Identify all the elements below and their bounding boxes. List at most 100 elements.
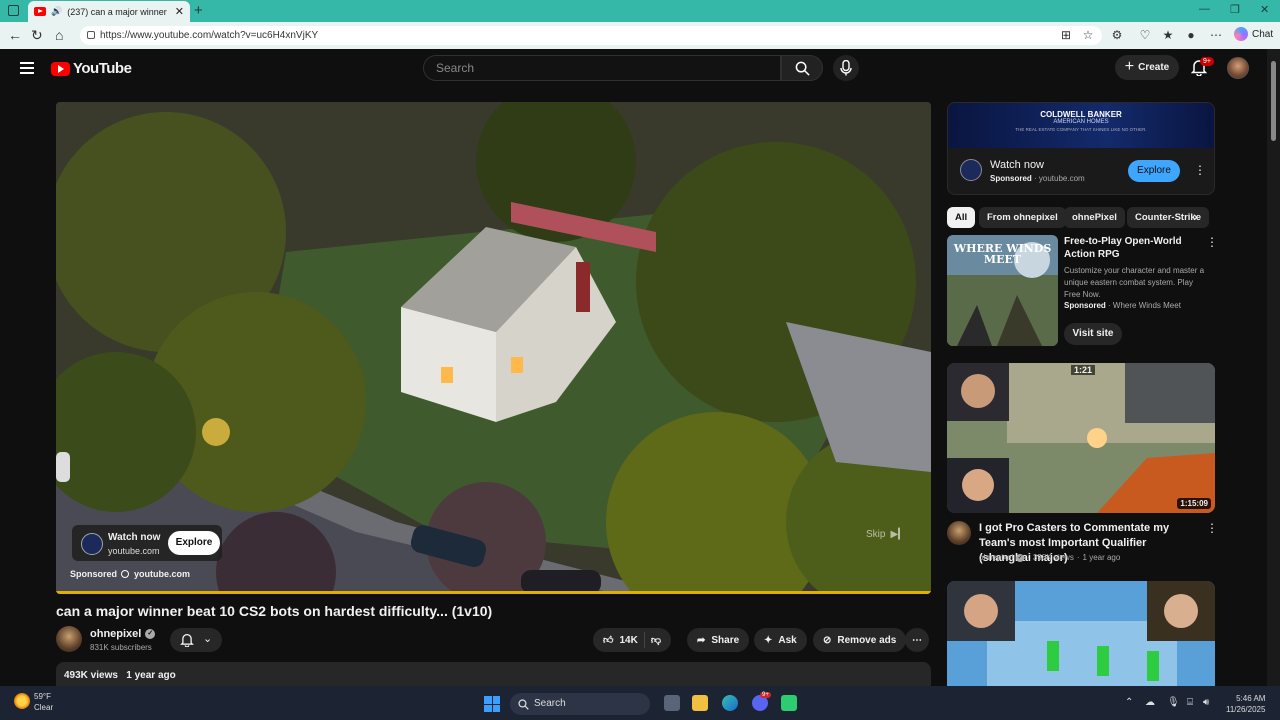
upload-age: 1 year ago (126, 670, 176, 681)
back-icon[interactable]: ← (8, 27, 22, 43)
favorites-icon[interactable]: ★ (1161, 28, 1175, 42)
url-text: https://www.youtube.com/watch?v=uc6H4xnV… (100, 30, 319, 41)
file-explorer-icon[interactable] (692, 695, 708, 711)
ad-banner[interactable]: COLDWELL BANKER AMERICAN HOMES THE REAL … (948, 103, 1214, 148)
like-button[interactable]: 👍︎ 14K (603, 634, 638, 647)
page-scrollbar[interactable] (1267, 49, 1280, 686)
brand-name: COLDWELL BANKER (1040, 110, 1122, 119)
video-frame-aerial-house (56, 102, 931, 594)
app-available-icon[interactable]: ⊞ (1059, 28, 1073, 42)
sidebar-toggle-icon[interactable] (8, 5, 19, 16)
windows-taskbar: 59°F Clear Search 9+ ⌃ ☁ 🎙︎ ⌸ 🔊︎ 5:46 AM… (0, 686, 1280, 720)
chip-ohnepixel[interactable]: ohnePixel (1064, 207, 1125, 228)
description-box[interactable]: 493K views 1 year ago (56, 662, 931, 686)
volume-icon[interactable]: 🔊︎ (1203, 697, 1209, 708)
kebab-menu-icon[interactable]: ⋮ (1194, 163, 1206, 177)
taskbar-search[interactable]: Search (510, 693, 650, 715)
no-ads-icon: ⊘ (823, 634, 832, 646)
remove-ads-button[interactable]: ⊘ Remove ads (813, 628, 907, 652)
search-button[interactable] (781, 55, 823, 81)
favorite-star-icon[interactable]: ☆ (1081, 28, 1095, 42)
video-thumbnail[interactable] (947, 581, 1215, 686)
cs2-gameplay-thumbnail (947, 581, 1215, 686)
verified-check-icon: ✓ (1016, 553, 1025, 562)
chip-all[interactable]: All (947, 207, 976, 228)
companion-ad-title: Watch now (990, 159, 1045, 171)
ad-progress-bar[interactable] (56, 591, 931, 594)
copilot-chat-button[interactable]: Chat (1234, 27, 1273, 41)
cloud-icon[interactable]: ☁ (1145, 697, 1155, 708)
browser-tab[interactable]: 🔊 (237) can a major winner beat 10 CS2 b… (28, 1, 190, 22)
thumbnail-game-title: WHERE WINDS MEET (953, 242, 1052, 266)
more-actions-button[interactable]: ⋯ (905, 628, 929, 652)
kebab-menu-icon[interactable]: ⋮ (1206, 235, 1218, 249)
rec-video-card[interactable]: 1:21 1:15:09 I got Pro Casters to Commen… (947, 363, 1218, 573)
channel-avatar[interactable] (56, 626, 82, 652)
maximize-icon[interactable]: ❐ (1230, 3, 1240, 16)
voice-search-button[interactable] (833, 55, 859, 81)
refresh-icon[interactable]: ↻ (31, 27, 43, 44)
rec-video-card[interactable] (947, 581, 1215, 686)
ad-explore-button[interactable]: Explore (168, 531, 220, 555)
search-input[interactable]: Search (423, 55, 781, 81)
companion-explore-button[interactable]: Explore (1128, 160, 1180, 182)
video-thumbnail[interactable]: 1:21 1:15:09 (947, 363, 1215, 513)
share-arrow-icon: ➦ (697, 634, 706, 646)
video-duration: 1:15:09 (1177, 498, 1211, 509)
ad-thumbnail[interactable]: WHERE WINDS MEET (947, 235, 1058, 346)
youtube-logo[interactable]: YouTube (51, 60, 132, 77)
ad-overlay-card[interactable]: Watch now youtube.com Explore (72, 525, 222, 561)
menu-icon[interactable] (20, 62, 34, 74)
skip-ad-button[interactable]: Skip ▶▎ (866, 529, 906, 540)
sponsored-rec-card[interactable]: WHERE WINDS MEET Free-to-Play Open-World… (947, 235, 1218, 347)
task-view-icon[interactable] (664, 695, 680, 711)
minimize-icon[interactable]: — (1199, 3, 1210, 15)
rec-channel-name[interactable]: ohnepixel (979, 553, 1013, 562)
ask-button[interactable]: ✦ Ask (754, 628, 807, 652)
channel-avatar[interactable] (947, 521, 971, 545)
subscription-notify-button[interactable]: ⌄ (170, 628, 222, 652)
chevron-up-icon[interactable]: ⌃ (1125, 697, 1133, 708)
search-icon (795, 61, 810, 76)
ad-domain-link[interactable]: youtube.com (134, 569, 190, 579)
companion-ad[interactable]: COLDWELL BANKER AMERICAN HOMES THE REAL … (947, 102, 1215, 195)
home-icon[interactable]: ⌂ (55, 27, 63, 43)
advertiser-logo-icon (960, 159, 982, 181)
edge-browser-icon[interactable] (722, 695, 738, 711)
more-menu-icon[interactable]: ⋯ (1209, 28, 1223, 42)
account-avatar[interactable] (1227, 57, 1249, 79)
profile-icon[interactable]: ● (1184, 28, 1198, 42)
system-clock[interactable]: 5:46 AM 11/26/2025 (1226, 693, 1265, 715)
like-dislike-group: 👍︎ 14K 👎︎ (593, 628, 671, 652)
browser-essentials-icon[interactable]: ♡ (1138, 28, 1152, 42)
start-button[interactable] (484, 696, 500, 712)
chatgpt-app-icon[interactable] (781, 695, 797, 711)
share-button[interactable]: ➦ Share (687, 628, 750, 652)
clock-time: 5:46 AM (1236, 694, 1266, 703)
extensions-icon[interactable]: ⚙ (1110, 28, 1124, 42)
tab-close-icon[interactable]: ✕ (175, 5, 184, 18)
chevron-right-icon[interactable]: › (1193, 208, 1198, 224)
microphone-icon[interactable]: 🎙︎ (1167, 697, 1180, 708)
scrollbar-thumb[interactable] (1271, 61, 1276, 141)
url-field[interactable]: https://www.youtube.com/watch?v=uc6H4xnV… (80, 26, 1102, 45)
chip-from-channel[interactable]: From ohnepixel (979, 207, 1066, 228)
speaker-icon[interactable]: 🔊 (51, 6, 62, 17)
network-icon[interactable]: ⌸ (1187, 697, 1193, 708)
weather-widget[interactable]: 59°F Clear (14, 691, 53, 713)
channel-name[interactable]: ohnepixel ✓ (90, 628, 156, 640)
sponsored-text: Sponsored (990, 174, 1032, 183)
visit-site-button[interactable]: Visit site (1064, 323, 1122, 345)
create-button[interactable]: + Create (1115, 55, 1179, 80)
window-close-icon[interactable]: ✕ (1260, 3, 1269, 16)
kebab-menu-icon[interactable]: ⋮ (1206, 521, 1218, 535)
dislike-button[interactable]: 👎︎ (651, 634, 661, 646)
video-player[interactable]: Watch now youtube.com Explore Sponsored … (56, 102, 931, 594)
share-label: Share (711, 634, 740, 646)
chevron-down-icon: ⌄ (203, 633, 213, 645)
new-tab-icon[interactable]: + (194, 2, 203, 19)
ad-card-domain: youtube.com (108, 546, 160, 556)
meta-separator: · (1076, 553, 1080, 562)
thumbs-down-icon: 👎︎ (650, 635, 661, 646)
info-icon[interactable] (121, 570, 130, 578)
